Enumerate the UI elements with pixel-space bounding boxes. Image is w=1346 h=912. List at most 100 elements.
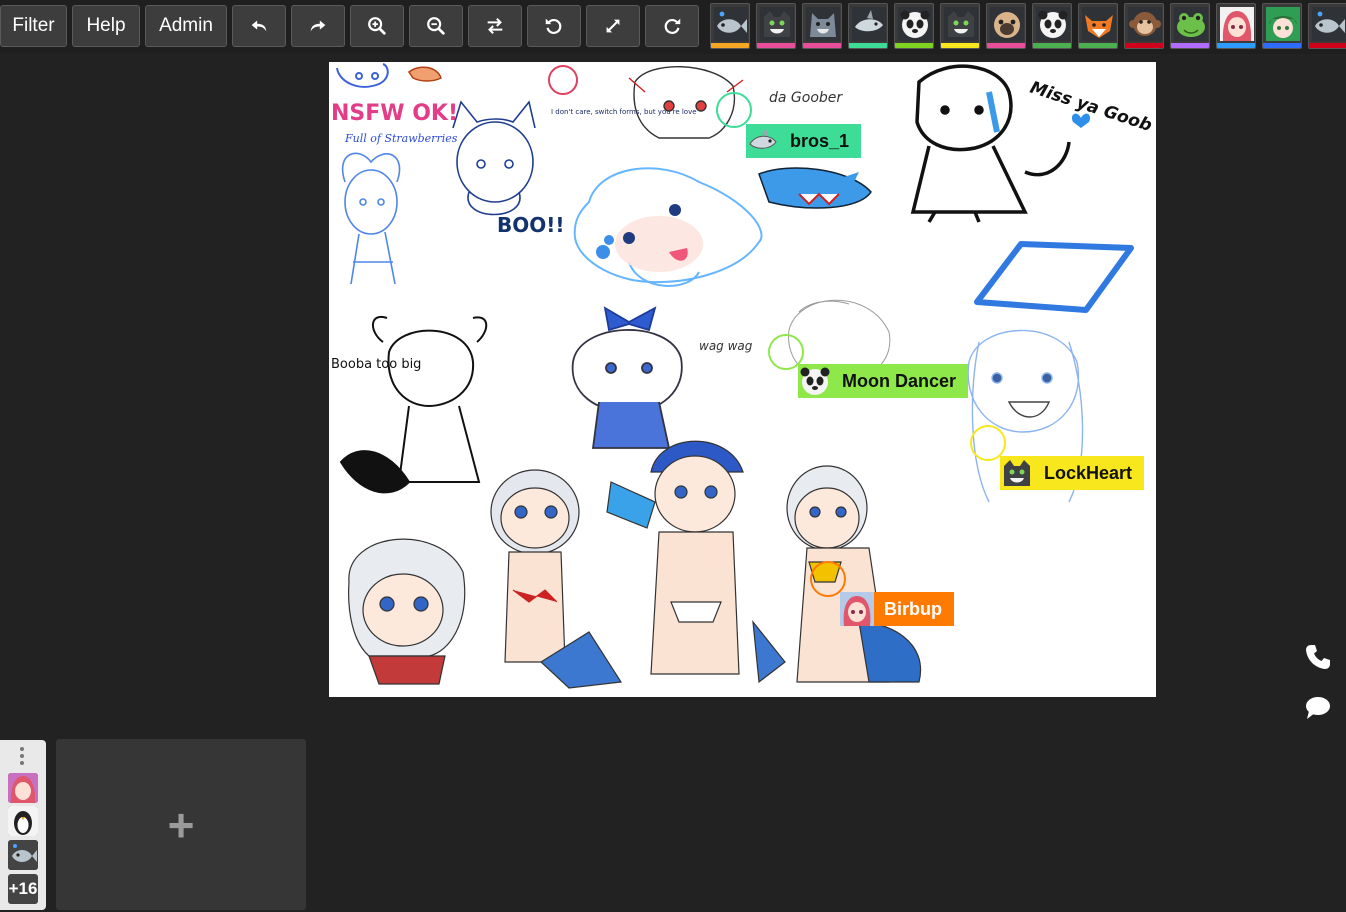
online-user-avatar[interactable] bbox=[940, 3, 980, 49]
bottom-girl-1 bbox=[348, 538, 466, 685]
online-user-avatar[interactable] bbox=[1078, 3, 1118, 49]
canvas-text-missya: Miss ya Goob bbox=[1027, 78, 1154, 136]
user-color-bar bbox=[1217, 43, 1255, 48]
user-color-bar bbox=[1125, 43, 1163, 48]
pink-heart-doodle bbox=[548, 65, 578, 95]
fish-icon bbox=[1312, 7, 1346, 41]
online-user-avatar[interactable] bbox=[1032, 3, 1072, 49]
undo-button[interactable] bbox=[232, 5, 286, 47]
fullscreen-button[interactable] bbox=[586, 5, 640, 47]
user-color-bar bbox=[1079, 43, 1117, 48]
redo-button[interactable] bbox=[291, 5, 345, 47]
user-list-avatar[interactable] bbox=[8, 773, 38, 803]
cat-icon bbox=[944, 7, 978, 41]
undo-icon bbox=[251, 20, 267, 32]
kebab-menu-icon[interactable] bbox=[19, 746, 25, 766]
help-button[interactable]: Help bbox=[72, 5, 140, 47]
blue-girl-sketch bbox=[342, 152, 401, 285]
fish-icon bbox=[714, 7, 748, 41]
admin-button[interactable]: Admin bbox=[145, 5, 227, 47]
zoom-in-icon bbox=[368, 17, 386, 35]
canvas-text-wag: wag wag bbox=[699, 339, 753, 353]
rotate-left-button[interactable] bbox=[527, 5, 581, 47]
canvas-text-goober: da Goober bbox=[769, 90, 843, 106]
cursor-name-moon-dancer: Moon Dancer bbox=[842, 370, 957, 391]
panda-icon bbox=[1036, 7, 1070, 41]
monkey-icon bbox=[1128, 7, 1162, 41]
drawing-canvas[interactable]: NSFW OK! Full of Strawberries BOO!! I do… bbox=[329, 62, 1156, 697]
pug-icon bbox=[990, 7, 1024, 41]
shark-icon bbox=[746, 124, 780, 158]
cat-ear-girl-sketch bbox=[452, 100, 536, 216]
shrimp-doodle bbox=[407, 66, 442, 82]
user-color-bar bbox=[1309, 43, 1346, 48]
user-color-bar bbox=[941, 43, 979, 48]
bottom-girl-3 bbox=[606, 440, 786, 684]
online-user-avatar[interactable] bbox=[1170, 3, 1210, 49]
bottom-girl-2 bbox=[490, 469, 623, 689]
zoom-out-icon bbox=[427, 17, 445, 35]
user-color-bar bbox=[711, 43, 749, 48]
anime-boy-icon bbox=[1266, 7, 1300, 41]
swap-icon bbox=[487, 17, 503, 35]
filter-button[interactable]: Filter bbox=[0, 5, 67, 47]
online-user-avatar[interactable] bbox=[1308, 3, 1346, 49]
cursor-label-birbup: Birbup bbox=[840, 592, 954, 626]
black-white-girl-drawing bbox=[339, 315, 488, 494]
user-list-avatar[interactable] bbox=[8, 806, 38, 836]
anime-girl-icon bbox=[1220, 7, 1254, 41]
wolf-icon bbox=[806, 7, 840, 41]
shark-icon bbox=[852, 7, 886, 41]
cursor-name-lockheart: LockHeart bbox=[1044, 462, 1133, 483]
cat-icon bbox=[1000, 456, 1034, 490]
blue-parallelogram-stroke bbox=[974, 241, 1134, 313]
user-color-bar bbox=[757, 43, 795, 48]
call-button[interactable] bbox=[1303, 642, 1333, 672]
cat-icon bbox=[760, 7, 794, 41]
canvas-text-note: I don't care, switch forms, but you're l… bbox=[551, 108, 697, 116]
fullscreen-icon bbox=[606, 19, 620, 33]
fish-icon bbox=[8, 840, 38, 870]
online-user-avatar[interactable] bbox=[986, 3, 1026, 49]
online-user-avatar[interactable] bbox=[756, 3, 796, 49]
frog-icon bbox=[1174, 7, 1208, 41]
anime-girl-icon bbox=[840, 592, 874, 626]
chat-button[interactable] bbox=[1303, 692, 1333, 722]
zoom-in-button[interactable] bbox=[350, 5, 404, 47]
plus-icon: + bbox=[167, 798, 195, 851]
more-users-badge[interactable]: +16 bbox=[8, 874, 38, 904]
bottom-girl-4 bbox=[786, 465, 922, 683]
online-user-avatar[interactable] bbox=[710, 3, 750, 49]
blue-heart-doodle bbox=[1071, 113, 1091, 128]
cursor-label-lockheart: LockHeart bbox=[1000, 456, 1145, 490]
swap-button[interactable] bbox=[468, 5, 522, 47]
canvas-artwork: NSFW OK! Full of Strawberries BOO!! I do… bbox=[331, 63, 1154, 689]
online-user-avatar[interactable] bbox=[1124, 3, 1164, 49]
user-color-bar bbox=[803, 43, 841, 48]
canvas-text-boo: BOO!! bbox=[497, 213, 565, 237]
phone-icon bbox=[1306, 645, 1330, 669]
top-toolbar: Filter Help Admin bbox=[0, 0, 1346, 54]
online-user-avatar[interactable] bbox=[894, 3, 934, 49]
user-list-avatar[interactable] bbox=[8, 840, 38, 870]
online-user-avatar[interactable] bbox=[848, 3, 888, 49]
cursor-name-birbup: Birbup bbox=[884, 598, 942, 619]
panda-icon bbox=[798, 364, 832, 398]
canvas-text-straw: Full of Strawberries bbox=[344, 132, 458, 145]
user-color-bar bbox=[987, 43, 1025, 48]
online-user-avatar[interactable] bbox=[802, 3, 842, 49]
chat-icon bbox=[1306, 697, 1330, 719]
online-user-avatar[interactable] bbox=[1262, 3, 1302, 49]
rotate-right-button[interactable] bbox=[645, 5, 699, 47]
user-color-bar bbox=[1033, 43, 1071, 48]
cursor-label-bros1: bros_1 bbox=[746, 124, 862, 158]
online-user-avatar[interactable] bbox=[1216, 3, 1256, 49]
user-color-bar bbox=[895, 43, 933, 48]
blue-bow-girl-drawing bbox=[571, 306, 683, 449]
rotate-left-icon bbox=[545, 18, 562, 34]
rotate-right-icon bbox=[664, 18, 681, 34]
blue-chibi-face bbox=[615, 216, 703, 272]
zoom-out-button[interactable] bbox=[409, 5, 463, 47]
add-panel-button[interactable]: + bbox=[56, 739, 306, 910]
cursor-name-bros1: bros_1 bbox=[790, 130, 850, 151]
